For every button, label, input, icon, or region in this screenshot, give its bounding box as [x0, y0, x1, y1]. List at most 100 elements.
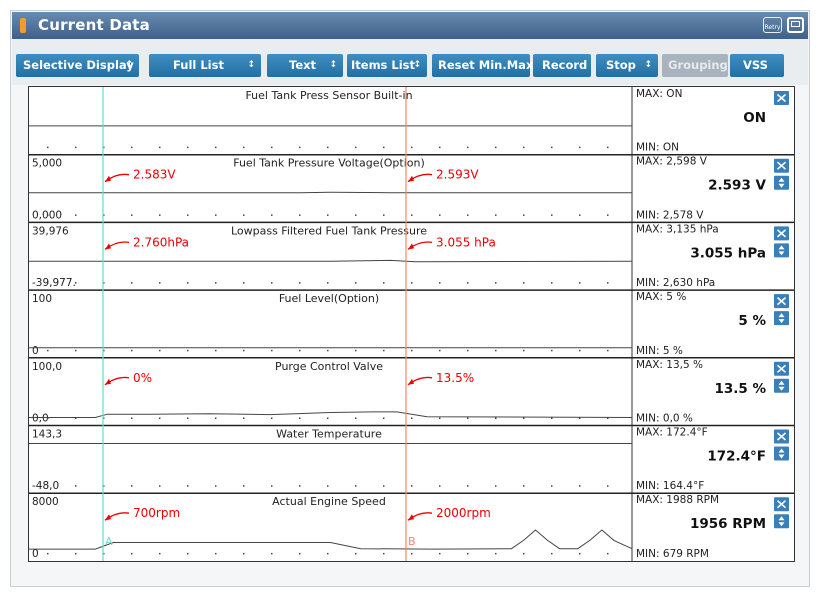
full-list-dropdown[interactable]: Full List ↕ — [149, 54, 261, 77]
graph-0-tick — [411, 146, 413, 149]
text-dropdown[interactable]: Text ↕ — [267, 54, 343, 77]
items-list-dropdown[interactable]: Items List ↕ — [347, 54, 427, 77]
graph-6-tick — [271, 552, 273, 555]
graph-2-tick — [411, 282, 413, 284]
graph-1-ymax-label: 5,000 — [32, 158, 62, 170]
graph-0-tick — [75, 146, 77, 149]
window-icon — [20, 18, 26, 33]
graph-6-tick — [131, 552, 133, 555]
graph-1-tick — [383, 214, 385, 216]
graph-panel: Fuel Tank Press Sensor Built-in MAX: ON ON… — [28, 86, 795, 562]
graph-2-title: Lowpass Filtered Fuel Tank Pressure — [231, 224, 427, 237]
window-toggle-icon[interactable] — [787, 17, 804, 33]
record-button[interactable]: Record — [533, 54, 591, 77]
graph-4-tick — [411, 417, 413, 419]
graph-4-annotation-a-arrowhead — [105, 378, 111, 385]
graph-2-tick — [467, 282, 469, 284]
graph-6-value: 1956 RPM — [690, 516, 766, 532]
graph-1-annotation-a: 2.583V — [133, 168, 176, 182]
reset-min-max-button[interactable]: Reset Min.Max — [432, 54, 534, 77]
retry-icon[interactable]: Retry — [763, 17, 782, 33]
graph-0-tick — [131, 146, 133, 149]
graph-4-title: Purge Control Valve — [275, 360, 383, 373]
graph-6-tick — [299, 552, 301, 555]
graph-4-tick — [439, 417, 441, 419]
graph-0-tick — [355, 146, 357, 149]
graph-6-tick — [243, 552, 245, 555]
graph-0-tick — [467, 146, 469, 149]
graph-1-tick — [271, 214, 273, 216]
graph-2-tick — [495, 282, 497, 284]
graph-1-tick — [495, 214, 497, 216]
graph-5-tick — [243, 485, 245, 487]
selective-display-dropdown[interactable]: Selective Display ↕ — [16, 54, 139, 77]
graph-1-tick — [607, 214, 609, 216]
graph-5-tick — [495, 485, 497, 487]
graph-6-trace — [29, 529, 633, 550]
graph-6-tick — [523, 552, 525, 555]
graph-4-tick — [243, 417, 245, 419]
vss-button[interactable]: VSS — [730, 54, 784, 77]
graph-2-trace — [29, 259, 633, 263]
graph-1-tick — [131, 214, 133, 216]
graph-0-min: MIN: ON — [636, 142, 679, 154]
stop-dropdown[interactable]: Stop ↕ — [596, 54, 658, 77]
graph-6-tick — [383, 552, 385, 555]
toolbar: Selective Display ↕ Full List ↕ Text ↕ Item… — [12, 39, 808, 85]
graph-6-annotation-b-arrowhead — [408, 514, 414, 521]
graph-3-tick — [159, 349, 161, 352]
graph-2-annotation-a: 2.760hPa — [133, 235, 189, 249]
graph-2-tick — [523, 282, 525, 284]
graph-5-tick — [299, 485, 301, 487]
graph-4-annotation-b-arrowhead — [408, 378, 414, 385]
grouping-button[interactable]: Grouping — [662, 54, 728, 77]
graph-3-tick — [271, 349, 273, 352]
graph-5-max: MAX: 172.4°F — [636, 427, 708, 439]
graph-3-tick — [607, 349, 609, 352]
graph-2-tick — [131, 282, 133, 284]
graph-1-tick — [467, 214, 469, 216]
graph-0-tick — [243, 146, 245, 149]
graph-0-value: ON — [743, 110, 766, 126]
graph-area[interactable]: Fuel Tank Press Sensor Built-in MAX: ON ON… — [29, 87, 794, 561]
graph-2-value: 3.055 hPa — [690, 245, 766, 261]
graph-2-tick — [159, 282, 161, 284]
text-label: Text — [289, 58, 317, 72]
graph-6-tick — [159, 552, 161, 555]
graph-2-tick — [383, 282, 385, 284]
graph-6-tick — [411, 552, 413, 555]
graph-5-tick — [131, 485, 133, 487]
graph-2-tick — [439, 282, 441, 284]
graph-4-tick — [551, 417, 553, 419]
graph-4-tick — [383, 417, 385, 419]
graph-1-tick — [439, 214, 441, 216]
graph-2-tick — [327, 282, 329, 284]
graph-3-ymin-label: 0 — [32, 345, 39, 357]
graph-5-tick — [215, 485, 217, 487]
graph-2-tick — [243, 282, 245, 284]
graph-6-tick — [579, 552, 581, 555]
graph-6-tick — [327, 552, 329, 555]
graph-1-tick — [327, 214, 329, 216]
graph-2-annotation-b: 3.055 hPa — [436, 235, 496, 249]
graph-1-min: MIN: 2,578 V — [636, 209, 704, 221]
graph-2-tick — [187, 282, 189, 284]
graph-5-tick — [383, 485, 385, 487]
graph-4-max: MAX: 13,5 % — [636, 359, 703, 371]
selective-display-label: Selective Display — [23, 58, 134, 72]
graph-6-annotation-a: 700rpm — [133, 506, 180, 520]
graph-2-annotation-b-arrowhead — [408, 243, 414, 250]
graph-3-tick — [215, 349, 217, 352]
graph-1-tick — [579, 214, 581, 216]
graph-3-tick — [299, 349, 301, 352]
graph-2-ymin-label: -39,977. — [32, 277, 76, 289]
graph-6-tick — [215, 552, 217, 555]
graph-2-max: MAX: 3,135 hPa — [636, 223, 719, 235]
graph-5-tick — [551, 485, 553, 487]
graph-2-tick — [215, 282, 217, 284]
graph-0-tick — [579, 146, 581, 149]
graph-2-tick — [607, 282, 609, 284]
graph-2-tick — [551, 282, 553, 284]
reset-min-max-label: Reset Min.Max — [438, 58, 534, 72]
graph-4-tick — [355, 417, 357, 419]
